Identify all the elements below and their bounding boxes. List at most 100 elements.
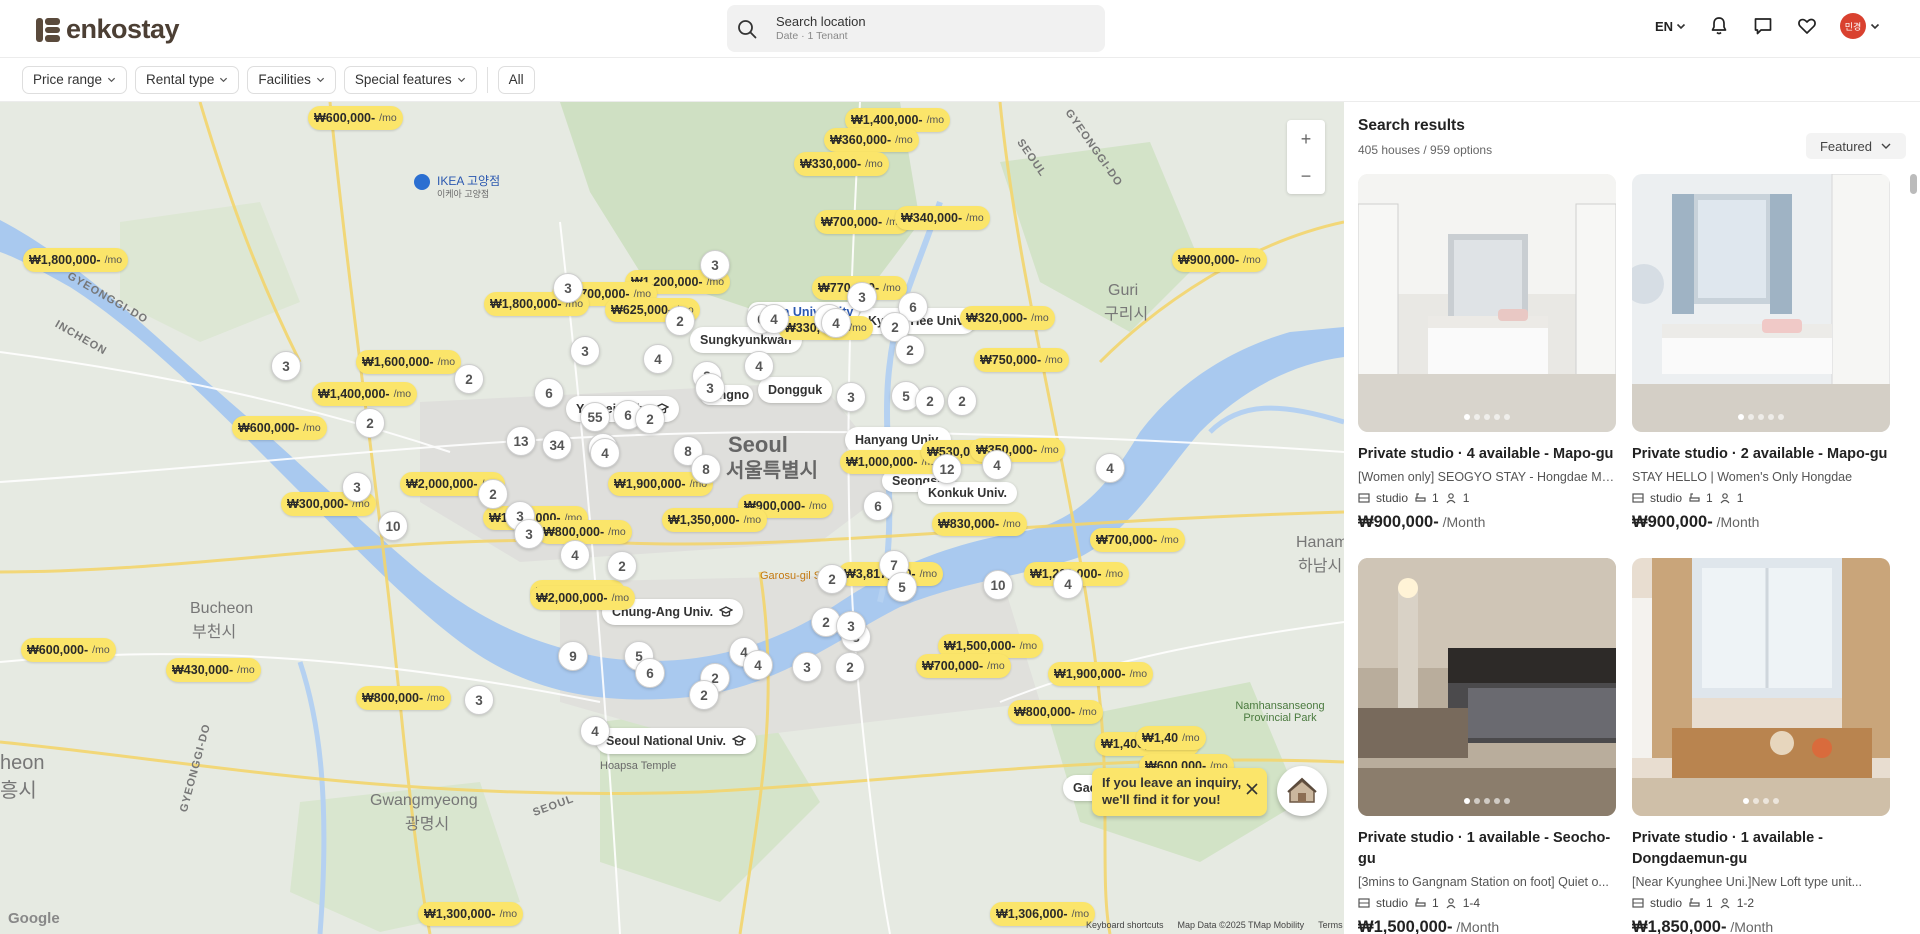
cluster-marker[interactable]: 12: [932, 454, 962, 484]
price-marker[interactable]: ₩430,000-/mo: [166, 658, 261, 682]
cluster-marker[interactable]: 4: [1095, 453, 1125, 483]
cluster-marker[interactable]: 3: [695, 373, 725, 403]
cluster-marker[interactable]: 2: [947, 386, 977, 416]
price-marker[interactable]: ₩1,900,000-/mo: [1048, 662, 1154, 686]
cluster-marker[interactable]: 6: [534, 378, 564, 408]
all-filters-button[interactable]: All: [497, 65, 535, 94]
university-label[interactable]: Dongguk: [758, 377, 833, 403]
price-marker[interactable]: ₩1,800,000-/mo: [23, 248, 129, 272]
cluster-marker[interactable]: 8: [691, 454, 721, 484]
price-marker[interactable]: ₩800,000-/mo: [537, 520, 632, 544]
special-features-filter[interactable]: Special features: [343, 65, 477, 94]
price-marker[interactable]: ₩320,000-/mo: [960, 306, 1055, 330]
close-icon[interactable]: [1245, 782, 1259, 796]
cluster-marker[interactable]: 2: [895, 335, 925, 365]
cluster-marker[interactable]: 6: [863, 491, 893, 521]
rental-type-filter[interactable]: Rental type: [135, 65, 240, 94]
facilities-filter[interactable]: Facilities: [247, 65, 336, 94]
listing-photo[interactable]: [1632, 174, 1890, 432]
bell-icon[interactable]: [1708, 15, 1730, 37]
price-marker[interactable]: ₩330,000-/mo: [794, 152, 889, 176]
cluster-marker[interactable]: 2: [607, 551, 637, 581]
zoom-out-button[interactable]: −: [1287, 158, 1325, 194]
price-marker[interactable]: ₩1,600,000-/mo: [356, 350, 462, 374]
price-marker[interactable]: ₩600,000-/mo: [21, 638, 116, 662]
inquiry-banner[interactable]: If you leave an inquiry, we'll find it f…: [1092, 768, 1267, 816]
university-label[interactable]: Konkuk Univ.: [918, 482, 1017, 504]
listing-photo[interactable]: [1632, 558, 1890, 816]
price-range-filter[interactable]: Price range: [22, 65, 128, 94]
cluster-marker[interactable]: 3: [342, 472, 372, 502]
price-marker[interactable]: ₩340,000-/mo: [895, 206, 990, 230]
listing-card[interactable]: Private studio · 2 available - Mapo-gu S…: [1632, 174, 1890, 532]
price-marker[interactable]: ₩830,000-/mo: [932, 512, 1027, 536]
cluster-marker[interactable]: 2: [835, 652, 865, 682]
price-marker[interactable]: ₩700,000-/mo: [916, 654, 1011, 678]
cluster-marker[interactable]: 3: [464, 685, 494, 715]
cluster-marker[interactable]: 4: [643, 344, 673, 374]
cluster-marker[interactable]: 3: [836, 611, 866, 641]
cluster-marker[interactable]: 6: [635, 658, 665, 688]
cluster-marker[interactable]: 2: [915, 386, 945, 416]
cluster-marker[interactable]: 2: [454, 364, 484, 394]
sort-dropdown[interactable]: Featured: [1806, 133, 1906, 159]
cluster-marker[interactable]: 3: [847, 282, 877, 312]
price-marker[interactable]: ₩2,000,000-/mo: [530, 586, 636, 610]
cluster-marker[interactable]: 4: [759, 304, 789, 334]
price-marker[interactable]: ₩800,000-/mo: [1008, 700, 1103, 724]
cluster-marker[interactable]: 4: [821, 308, 851, 338]
cluster-marker[interactable]: 2: [689, 680, 719, 710]
profile-menu[interactable]: 민경: [1840, 13, 1880, 39]
photo-pagination[interactable]: [1464, 798, 1510, 804]
house-chat-button[interactable]: [1277, 766, 1327, 816]
price-marker[interactable]: ₩1,300,000-/mo: [418, 902, 524, 926]
cluster-marker[interactable]: 3: [514, 519, 544, 549]
cluster-marker[interactable]: 3: [553, 273, 583, 303]
cluster-marker[interactable]: 55: [580, 402, 610, 432]
keyboard-shortcuts-link[interactable]: Keyboard shortcuts: [1086, 920, 1164, 930]
map-view[interactable]: IKEA 고양점 이케아 고양점 Seoul 서울특별시 Guri 구리시 Bu…: [0, 102, 1344, 934]
cluster-marker[interactable]: 10: [983, 570, 1013, 600]
cluster-marker[interactable]: 2: [355, 408, 385, 438]
logo[interactable]: enkostay: [36, 14, 180, 45]
cluster-marker[interactable]: 4: [1053, 569, 1083, 599]
cluster-marker[interactable]: 13: [506, 426, 536, 456]
cluster-marker[interactable]: 5: [887, 572, 917, 602]
cluster-marker[interactable]: 4: [560, 540, 590, 570]
results-scrollbar[interactable]: [1908, 172, 1918, 934]
cluster-marker[interactable]: 3: [700, 250, 730, 280]
university-label[interactable]: Seoul National Univ.: [596, 728, 756, 754]
cluster-marker[interactable]: 2: [478, 479, 508, 509]
price-marker[interactable]: ₩360,000-/mo: [824, 128, 919, 152]
cluster-marker[interactable]: 3: [836, 382, 866, 412]
cluster-marker[interactable]: 4: [982, 450, 1012, 480]
price-marker[interactable]: ₩1,306,000-/mo: [990, 902, 1096, 926]
cluster-marker[interactable]: 4: [580, 716, 610, 746]
search-location-box[interactable]: Search location Date · 1 Tenant: [727, 5, 1105, 52]
price-marker[interactable]: ₩1,350,000-/mo: [662, 508, 768, 532]
price-marker[interactable]: ₩1,40/mo: [1136, 726, 1206, 750]
zoom-in-button[interactable]: +: [1287, 121, 1325, 157]
price-marker[interactable]: ₩1,400,000-/mo: [312, 382, 418, 406]
cluster-marker[interactable]: 2: [817, 564, 847, 594]
cluster-marker[interactable]: 9: [558, 641, 588, 671]
cluster-marker[interactable]: 3: [271, 351, 301, 381]
listing-card[interactable]: Private studio · 1 available - Seocho-gu…: [1358, 558, 1616, 934]
price-marker[interactable]: ₩600,000-/mo: [308, 106, 403, 130]
cluster-marker[interactable]: 34: [542, 430, 572, 460]
cluster-marker[interactable]: 4: [744, 351, 774, 381]
price-marker[interactable]: ₩900,000-/mo: [1172, 248, 1267, 272]
photo-pagination[interactable]: [1464, 414, 1510, 420]
heart-icon[interactable]: [1796, 15, 1818, 37]
cluster-marker[interactable]: 3: [792, 652, 822, 682]
cluster-marker[interactable]: 4: [590, 438, 620, 468]
listing-photo[interactable]: [1358, 558, 1616, 816]
cluster-marker[interactable]: 2: [635, 404, 665, 434]
cluster-marker[interactable]: 10: [378, 511, 408, 541]
message-icon[interactable]: [1752, 15, 1774, 37]
price-marker[interactable]: ₩700,000-/mo: [1090, 528, 1185, 552]
listing-card[interactable]: Private studio · 1 available - Dongdaemu…: [1632, 558, 1890, 934]
cluster-marker[interactable]: 4: [743, 650, 773, 680]
photo-pagination[interactable]: [1738, 414, 1784, 420]
terms-link[interactable]: Terms: [1318, 920, 1343, 930]
